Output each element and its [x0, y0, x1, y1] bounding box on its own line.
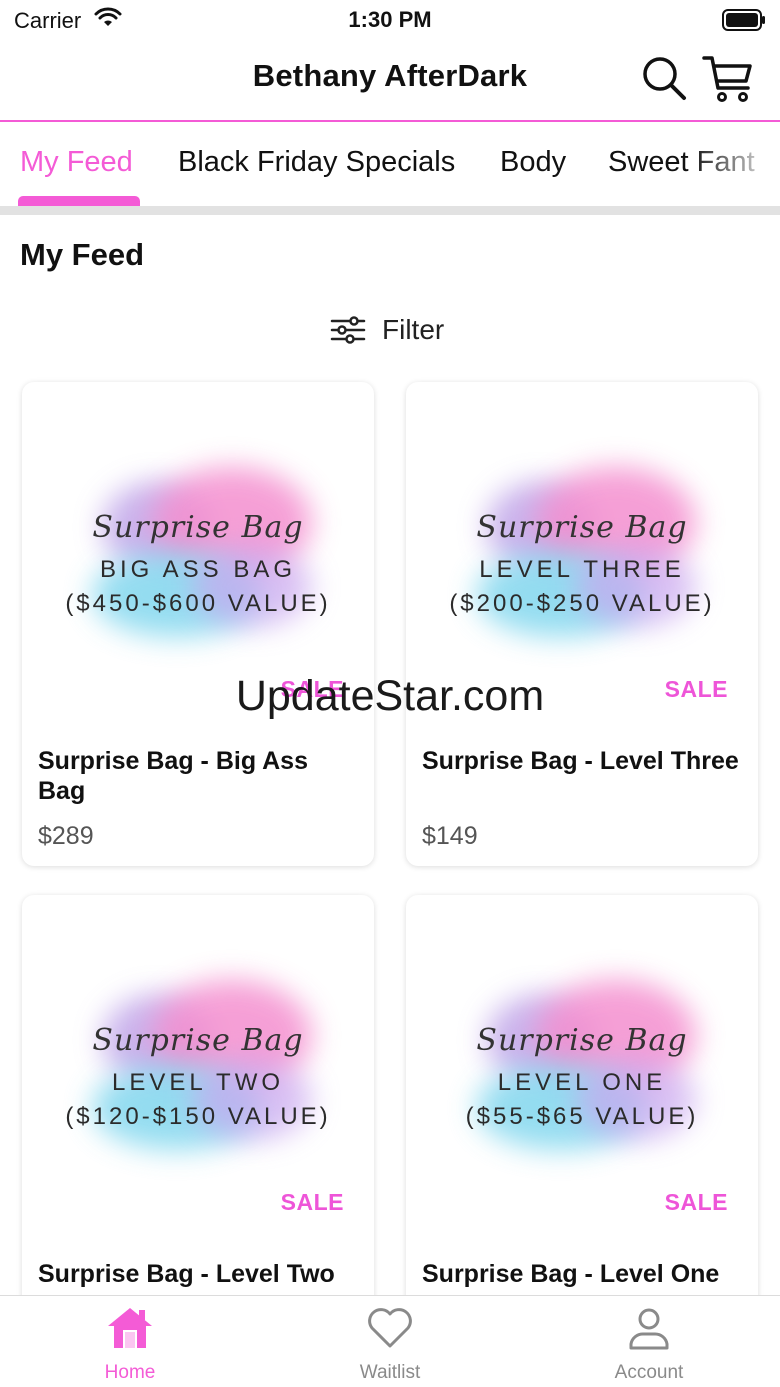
user-icon: [629, 1308, 669, 1350]
image-script-text: Surprise Bag: [92, 1023, 304, 1058]
product-title[interactable]: Surprise Bag - Level One: [422, 1259, 742, 1289]
sale-badge: SALE: [280, 1189, 344, 1215]
product-title[interactable]: Surprise Bag - Big Ass Bag: [38, 746, 358, 806]
image-line-2: ($55-$65 VALUE): [465, 1103, 699, 1130]
heart-icon: [368, 1308, 412, 1348]
bottom-nav: Home Waitlist Account: [0, 1295, 780, 1387]
nav-label-waitlist: Waitlist: [359, 1362, 421, 1383]
nav-item-home[interactable]: Home: [50, 1296, 210, 1387]
product-image[interactable]: Surprise Bag LEVEL TWO ($120-$150 VALUE)…: [22, 895, 374, 1245]
active-tab-indicator: [18, 196, 140, 206]
image-line-2: ($450-$600 VALUE): [65, 590, 331, 617]
nav-label-home: Home: [104, 1362, 156, 1383]
tab-divider: [0, 206, 780, 215]
filter-label: Filter: [382, 314, 445, 345]
image-script-text: Surprise Bag: [476, 510, 688, 545]
image-line-1: LEVEL TWO: [111, 1069, 285, 1096]
tab-black-friday-specials[interactable]: Black Friday Specials: [178, 146, 455, 179]
cart-icon[interactable]: [702, 52, 754, 104]
product-price: $289: [38, 822, 94, 850]
category-tabs: My Feed Black Friday Specials Body Sweet…: [0, 124, 780, 206]
tab-body[interactable]: Body: [500, 146, 566, 179]
tab-scroll-fade: [690, 124, 780, 206]
nav-item-account[interactable]: Account: [569, 1296, 729, 1387]
status-bar: Carrier 1:30 PM: [0, 0, 780, 40]
image-script-text: Surprise Bag: [476, 1023, 688, 1058]
image-line-2: ($200-$250 VALUE): [449, 590, 715, 617]
watermark: UpdateStar.com: [235, 672, 545, 720]
app-header: Bethany AfterDark: [0, 40, 780, 122]
tab-my-feed[interactable]: My Feed: [20, 146, 133, 179]
image-line-1: LEVEL ONE: [497, 1069, 667, 1096]
filter-button[interactable]: Filter: [330, 308, 444, 352]
product-title[interactable]: Surprise Bag - Level Two: [38, 1259, 358, 1289]
product-title[interactable]: Surprise Bag - Level Three: [422, 746, 742, 776]
home-icon: [108, 1308, 152, 1348]
image-script-text: Surprise Bag: [92, 510, 304, 545]
image-line-2: ($120-$150 VALUE): [65, 1103, 331, 1130]
product-image[interactable]: Surprise Bag LEVEL ONE ($55-$65 VALUE) S…: [406, 895, 758, 1245]
product-card[interactable]: Surprise Bag BIG ASS BAG ($450-$600 VALU…: [22, 382, 374, 866]
product-card[interactable]: Surprise Bag LEVEL THREE ($200-$250 VALU…: [406, 382, 758, 866]
search-icon[interactable]: [640, 54, 688, 102]
image-line-1: LEVEL THREE: [479, 556, 685, 583]
battery-icon: [722, 9, 765, 31]
product-price: $149: [422, 822, 478, 850]
nav-item-waitlist[interactable]: Waitlist: [310, 1296, 470, 1387]
sliders-icon: [330, 316, 366, 344]
sale-badge: SALE: [664, 1189, 728, 1215]
nav-label-account: Account: [614, 1362, 684, 1383]
image-line-1: BIG ASS BAG: [99, 556, 297, 583]
status-time: 1:30 PM: [348, 7, 432, 32]
section-title: My Feed: [20, 237, 145, 272]
